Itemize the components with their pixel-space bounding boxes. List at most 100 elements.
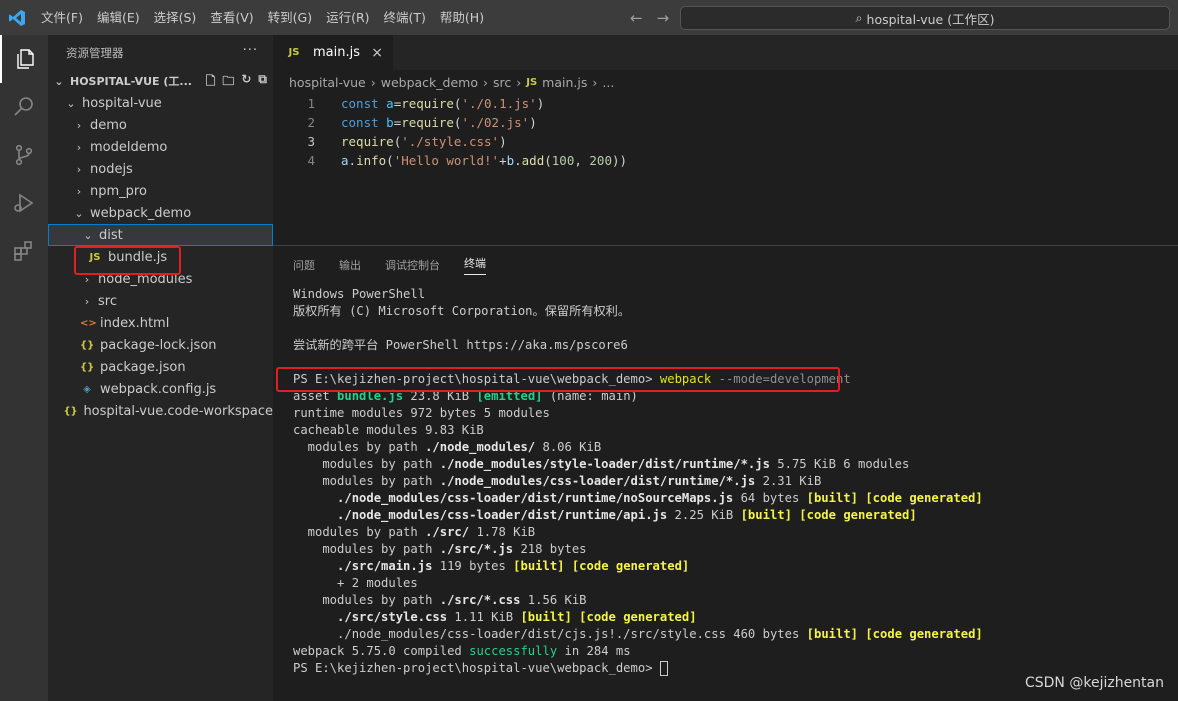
tree-item-label: index.html <box>100 315 170 331</box>
editor-area: JS main.js × hospital-vue › webpack_demo ›… <box>273 35 1178 245</box>
webpack-config-icon: ◈ <box>83 383 91 395</box>
tab-label: main.js <box>313 45 360 60</box>
chevron-right-icon: › <box>516 74 522 90</box>
tree-item-label: webpack_demo <box>90 205 192 221</box>
code-text: const a=require('./0.1.js') <box>341 96 545 111</box>
tree-item[interactable]: {} hospital-vue.code-workspace <box>48 400 273 422</box>
tree-item-label: dist <box>99 227 123 243</box>
highlight-box-command <box>276 367 840 392</box>
tab-terminal[interactable]: 终端 <box>464 255 486 275</box>
terminal-line: 版权所有 (C) Microsoft Corporation。保留所有权利。 <box>293 304 631 318</box>
menu-terminal[interactable]: 终端(T) <box>377 0 433 35</box>
menu-go[interactable]: 转到(G) <box>261 0 319 35</box>
menu-file[interactable]: 文件(F) <box>34 0 90 35</box>
tree-item[interactable]: › nodejs <box>48 158 273 180</box>
tab-problems[interactable]: 问题 <box>293 257 315 273</box>
tree-item-label: hospital-vue <box>82 95 162 111</box>
tree-item-label: modeldemo <box>90 139 168 155</box>
code-text: a.info('Hello world!'+b.add(100, 200)) <box>341 153 628 168</box>
terminal-line: ./node_modules/css-loader/dist/cjs.js!./… <box>293 627 983 641</box>
tree-item-label: webpack.config.js <box>100 381 217 397</box>
breadcrumb-item[interactable]: ... <box>602 75 614 90</box>
run-debug-icon[interactable] <box>0 179 48 227</box>
explorer-icon[interactable] <box>0 35 48 83</box>
code-line: 4 a.info('Hello world!'+b.add(100, 200)) <box>273 151 1178 170</box>
menu-edit[interactable]: 编辑(E) <box>90 0 147 35</box>
code-view[interactable]: 1 const a=require('./0.1.js') 2 const b=… <box>273 94 1178 170</box>
panel-tabs: 问题 输出 调试控制台 终端 <box>273 246 1178 284</box>
menu-selection[interactable]: 选择(S) <box>147 0 204 35</box>
terminal-line: modules by path ./node_modules/style-loa… <box>293 457 910 471</box>
explorer-title: 资源管理器 <box>66 45 124 60</box>
command-center-search[interactable]: ⌕ hospital-vue (工作区) <box>680 6 1170 30</box>
more-actions-icon[interactable]: ··· <box>243 43 258 58</box>
workspace-header[interactable]: ⌄ HOSPITAL-VUE (工... 🗋 🗀 ↻ ⧉ <box>48 70 273 92</box>
chevron-down-icon: ⌄ <box>83 228 93 242</box>
js-file-icon: JS <box>526 76 538 88</box>
terminal-line: ./node_modules/css-loader/dist/runtime/n… <box>293 491 983 505</box>
editor-tabs: JS main.js × <box>273 35 1178 70</box>
menu-view[interactable]: 查看(V) <box>203 0 260 35</box>
tree-item[interactable]: › src <box>48 290 273 312</box>
search-text: hospital-vue (工作区) <box>866 11 995 27</box>
json-file-icon: {} <box>80 339 95 351</box>
search-icon: ⌕ <box>855 10 863 25</box>
json-file-icon: {} <box>80 361 95 373</box>
extensions-icon[interactable] <box>0 227 48 275</box>
workspace-title: HOSPITAL-VUE (工... <box>70 75 192 88</box>
tree-item[interactable]: ⌄ hospital-vue <box>48 92 273 114</box>
watermark: CSDN @kejizhentan <box>1024 675 1164 691</box>
breadcrumb-item[interactable]: src <box>493 75 511 90</box>
breadcrumb-item[interactable]: webpack_demo <box>381 75 478 90</box>
explorer-toolbar: 🗋 🗀 ↻ ⧉ <box>206 72 267 93</box>
tree-item[interactable]: {} package-lock.json <box>48 334 273 356</box>
forward-arrow-icon[interactable]: → <box>657 9 670 27</box>
back-arrow-icon[interactable]: ← <box>630 9 643 27</box>
search-view-icon[interactable] <box>0 83 48 131</box>
js-file-icon: JS <box>288 47 300 58</box>
chevron-right-icon: › <box>76 118 82 132</box>
terminal-output[interactable]: Windows PowerShell 版权所有 (C) Microsoft Co… <box>293 286 1173 677</box>
tree-item[interactable]: {} package.json <box>48 356 273 378</box>
terminal-line: modules by path ./src/*.js 218 bytes <box>293 542 587 556</box>
terminal-line: modules by path ./src/*.css 1.56 KiB <box>293 593 587 607</box>
tab-debug-console[interactable]: 调试控制台 <box>385 257 440 273</box>
chevron-down-icon: ⌄ <box>66 96 76 110</box>
collapse-all-icon[interactable]: ⧉ <box>258 72 267 93</box>
menu-run[interactable]: 运行(R) <box>319 0 376 35</box>
tab-output[interactable]: 输出 <box>339 257 361 273</box>
tree-item[interactable]: <> index.html <box>48 312 273 334</box>
chevron-right-icon: › <box>76 140 82 154</box>
line-number: 2 <box>307 115 315 130</box>
menu-help[interactable]: 帮助(H) <box>433 0 491 35</box>
terminal-cursor <box>659 661 668 676</box>
close-icon[interactable]: × <box>371 45 383 61</box>
terminal-line: ./node_modules/css-loader/dist/runtime/a… <box>293 508 917 522</box>
json-file-icon: {} <box>63 405 78 417</box>
breadcrumb-item[interactable]: main.js <box>542 75 587 90</box>
terminal-line: modules by path ./node_modules/ 8.06 KiB <box>293 440 602 454</box>
terminal-line: modules by path ./node_modules/css-loade… <box>293 474 822 488</box>
new-file-icon[interactable]: 🗋 <box>206 72 216 93</box>
explorer-header: 资源管理器 ··· <box>48 35 273 70</box>
tab-main-js[interactable]: JS main.js × <box>273 35 393 70</box>
refresh-icon[interactable]: ↻ <box>241 72 251 93</box>
tree-item[interactable]: › npm_pro <box>48 180 273 202</box>
source-control-icon[interactable] <box>0 131 48 179</box>
tree-item-label: nodejs <box>90 161 133 177</box>
terminal-line: webpack 5.75.0 compiled successfully in … <box>293 644 631 658</box>
tree-item-label: package.json <box>100 359 186 375</box>
code-line: 1 const a=require('./0.1.js') <box>273 94 1178 113</box>
new-folder-icon[interactable]: 🗀 <box>222 72 234 93</box>
tree-item[interactable]: › demo <box>48 114 273 136</box>
tree-item[interactable]: ◈ webpack.config.js <box>48 378 273 400</box>
breadcrumb-item[interactable]: hospital-vue <box>289 75 366 90</box>
tree-item[interactable]: ⌄ webpack_demo <box>48 202 273 224</box>
terminal-line: Windows PowerShell <box>293 287 426 301</box>
code-text: const b=require('./02.js') <box>341 115 537 130</box>
code-line: 3 require('./style.css') <box>273 132 1178 151</box>
tree-item[interactable]: ⌄ dist <box>48 224 273 246</box>
terminal-line: modules by path ./src/ 1.78 KiB <box>293 525 536 539</box>
explorer-sidebar: 资源管理器 ··· ⌄ HOSPITAL-VUE (工... 🗋 🗀 ↻ ⧉ ⌄… <box>48 35 273 701</box>
tree-item[interactable]: › modeldemo <box>48 136 273 158</box>
